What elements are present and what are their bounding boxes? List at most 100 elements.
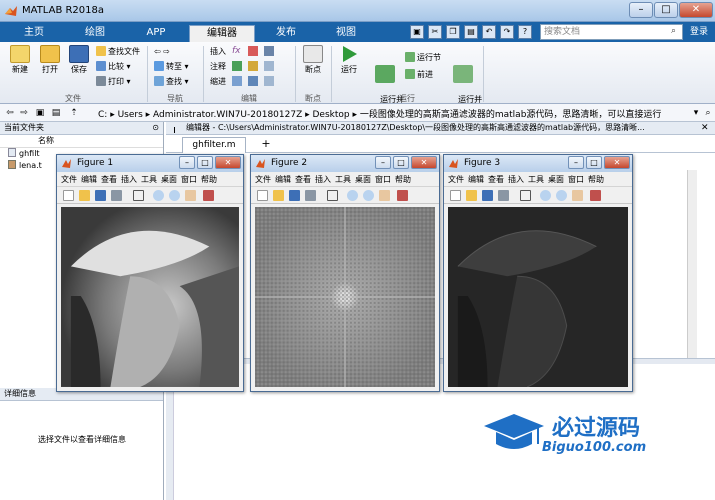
editor-scrollbar[interactable] [687, 170, 697, 360]
menu-tools[interactable]: 工具 [335, 175, 351, 184]
close-button[interactable]: ✕ [411, 156, 437, 169]
compare-button[interactable]: 比较 ▾ [96, 61, 131, 73]
brush-icon[interactable] [397, 190, 408, 201]
brush-icon[interactable] [590, 190, 601, 201]
tab-apps[interactable]: APP [126, 25, 186, 42]
print-button[interactable]: 打印 ▾ [96, 76, 131, 88]
menu-help[interactable]: 帮助 [588, 175, 604, 184]
indent-icon[interactable] [232, 76, 242, 86]
menu-help[interactable]: 帮助 [201, 175, 217, 184]
close-button[interactable]: ✕ [679, 2, 713, 18]
pan-icon[interactable] [185, 190, 196, 201]
run-button[interactable]: 运行 [336, 45, 362, 75]
pointer-icon[interactable] [327, 190, 338, 201]
menu-view[interactable]: 查看 [101, 175, 117, 184]
redo-quick-icon[interactable]: ↷ [500, 25, 514, 39]
forward-icon[interactable]: ⇨ [18, 107, 30, 119]
pointer-icon[interactable] [133, 190, 144, 201]
find-files-button[interactable]: 查找文件 [96, 46, 140, 58]
pan-icon[interactable] [572, 190, 583, 201]
wrap-icon[interactable] [264, 46, 274, 56]
address-dropdown-icon[interactable]: ▾ [690, 107, 702, 119]
print-figure-icon[interactable] [111, 190, 122, 201]
maximize-button[interactable]: □ [654, 2, 678, 18]
nav-back-icon[interactable]: ⇦ ⇨ [154, 46, 170, 58]
minimize-button[interactable]: – [629, 2, 653, 18]
insert-icon[interactable] [248, 46, 258, 56]
menu-window[interactable]: 窗口 [375, 175, 391, 184]
pointer-icon[interactable] [520, 190, 531, 201]
advance-button[interactable]: 前进 [405, 69, 433, 81]
comment-button[interactable]: 注释 [210, 61, 226, 73]
menu-tools[interactable]: 工具 [528, 175, 544, 184]
fx-icon[interactable]: fx [232, 46, 241, 56]
copy-quick-icon[interactable]: ❐ [446, 25, 460, 39]
decrease-indent-icon[interactable] [264, 76, 274, 86]
breadcrumb[interactable]: C: ▸ Users ▸ Administrator.WIN7U-2018012… [98, 107, 661, 120]
print-figure-icon[interactable] [305, 190, 316, 201]
open-file-icon[interactable] [273, 190, 284, 201]
tab-editor[interactable]: 编辑器 [189, 25, 255, 42]
undo-quick-icon[interactable]: ↶ [482, 25, 496, 39]
brush-icon[interactable] [203, 190, 214, 201]
minimize-button[interactable]: – [568, 156, 584, 169]
tab-view[interactable]: 视图 [317, 25, 375, 42]
minimize-button[interactable]: – [179, 156, 195, 169]
maximize-button[interactable]: □ [393, 156, 409, 169]
new-figure-icon[interactable] [63, 190, 74, 201]
open-button[interactable]: 打开 [36, 45, 64, 75]
name-column-header[interactable]: 名称 [0, 135, 163, 148]
save-figure-icon[interactable] [482, 190, 493, 201]
panel-menu-icon[interactable]: ⊙ [152, 122, 159, 134]
save-figure-icon[interactable] [95, 190, 106, 201]
uncomment-icon[interactable] [248, 61, 258, 71]
editor-close-icon[interactable]: ✕ [701, 123, 709, 133]
login-button[interactable]: 登录 [685, 25, 713, 40]
zoom-out-icon[interactable] [556, 190, 567, 201]
new-figure-icon[interactable] [257, 190, 268, 201]
breadcrumb-item[interactable]: Desktop [313, 110, 350, 120]
save-button[interactable]: 保存 [66, 45, 92, 75]
menu-edit[interactable]: 编辑 [468, 175, 484, 184]
breadcrumb-item[interactable]: 一段图像处理的高斯高通滤波器的matlab源代码，思路清晰，可以直接运行 [360, 110, 662, 120]
tab-publish[interactable]: 发布 [257, 25, 315, 42]
maximize-button[interactable]: □ [197, 156, 213, 169]
close-button[interactable]: ✕ [215, 156, 241, 169]
help-quick-icon[interactable]: ? [518, 25, 532, 39]
find-button[interactable]: 查找 ▾ [154, 76, 189, 88]
menu-insert[interactable]: 插入 [121, 175, 137, 184]
figure-window-1[interactable]: Figure 1 – □ ✕ 文件 编辑 查看 插入 工具 桌面 窗口 帮助 [56, 154, 244, 392]
maximize-button[interactable]: □ [586, 156, 602, 169]
menu-file[interactable]: 文件 [61, 175, 77, 184]
search-folder-icon[interactable]: ⌕ [702, 107, 714, 119]
back-icon[interactable]: ⇦ [4, 107, 16, 119]
breadcrumb-item[interactable]: Administrator.WIN7U-20180127Z [153, 110, 302, 120]
menu-desktop[interactable]: 桌面 [355, 175, 371, 184]
breadcrumb-item[interactable]: Users [118, 110, 143, 120]
save-figure-icon[interactable] [289, 190, 300, 201]
insert-button[interactable]: 插入 [210, 46, 226, 58]
new-figure-icon[interactable] [450, 190, 461, 201]
indent-button[interactable]: 缩进 [210, 76, 226, 88]
cut-quick-icon[interactable]: ✂ [428, 25, 442, 39]
menu-tools[interactable]: 工具 [141, 175, 157, 184]
percent-icon[interactable] [232, 61, 242, 71]
minimize-button[interactable]: – [375, 156, 391, 169]
paste-quick-icon[interactable]: ▤ [464, 25, 478, 39]
menu-help[interactable]: 帮助 [395, 175, 411, 184]
menu-desktop[interactable]: 桌面 [548, 175, 564, 184]
menu-insert[interactable]: 插入 [508, 175, 524, 184]
add-tab-button[interactable]: + [259, 137, 273, 151]
figure-window-2[interactable]: Figure 2 – □ ✕ 文件 编辑 查看 插入 工具 桌面 窗口 帮助 [250, 154, 440, 392]
menu-desktop[interactable]: 桌面 [161, 175, 177, 184]
new-button[interactable]: 新建 [6, 45, 34, 75]
zoom-in-icon[interactable] [540, 190, 551, 201]
zoom-in-icon[interactable] [347, 190, 358, 201]
menu-view[interactable]: 查看 [295, 175, 311, 184]
menu-file[interactable]: 文件 [448, 175, 464, 184]
menu-insert[interactable]: 插入 [315, 175, 331, 184]
tab-plots[interactable]: 绘图 [66, 25, 124, 42]
browse-folder-icon[interactable]: ▤ [50, 107, 62, 119]
close-button[interactable]: ✕ [604, 156, 630, 169]
open-file-icon[interactable] [79, 190, 90, 201]
